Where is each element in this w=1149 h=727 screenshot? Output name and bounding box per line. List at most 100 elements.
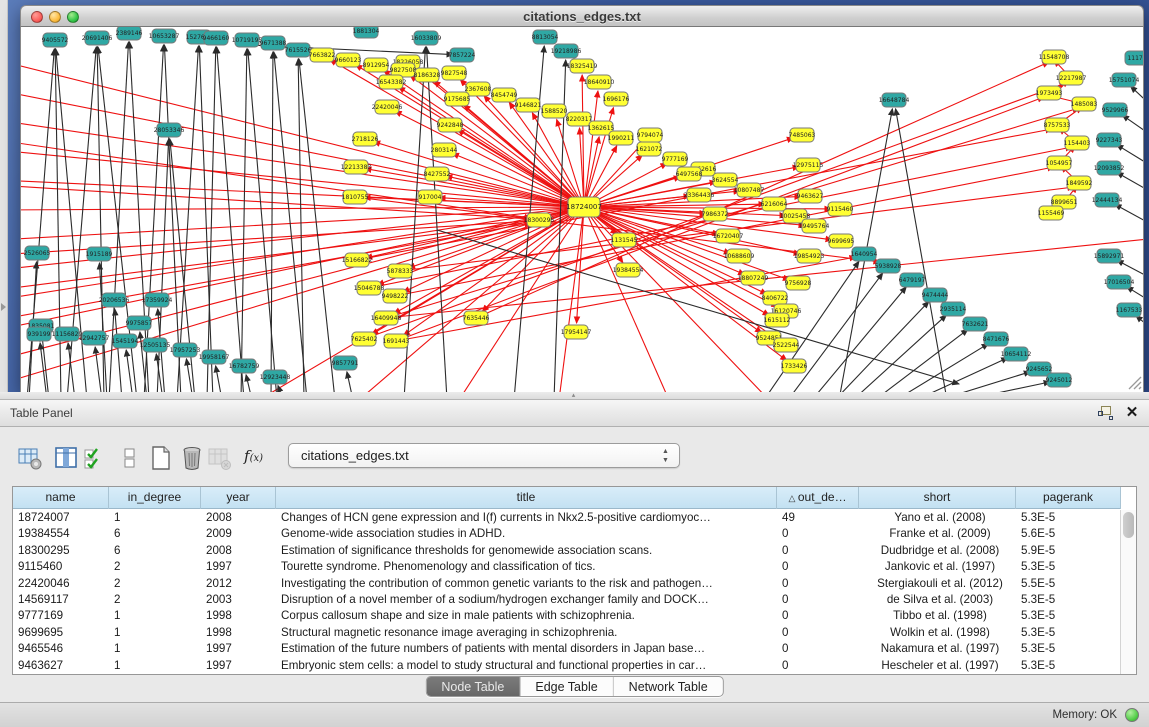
table-row[interactable]: 1938455462009Genome-wide association stu… [13,526,1121,542]
table-row[interactable]: 2242004622012Investigating the contribut… [13,576,1121,592]
tab-node-table[interactable]: Node Table [426,677,519,696]
graph-node[interactable]: 1696176 [603,92,630,106]
table-row[interactable]: 1872400712008Changes of HCN gene express… [13,510,1121,526]
table-row[interactable]: 977716911998Corpus callosum shape and si… [13,608,1121,624]
graph-node[interactable]: 6497568 [676,167,703,181]
graph-node[interactable]: 11174 [1125,51,1143,65]
graph-node[interactable]: 16720407 [713,229,744,243]
graph-node[interactable]: 17016504 [1104,275,1135,289]
graph-node[interactable]: 1733426 [781,359,808,373]
graph-node[interactable]: 18807249 [738,271,769,285]
graph-node[interactable]: 7485063 [789,128,816,142]
graph-node[interactable]: 1155469 [1038,206,1065,220]
graph-node[interactable]: 15046788 [354,281,385,295]
graph-node[interactable]: 15892971 [1094,249,1125,263]
graph-node[interactable]: 8912954 [363,58,390,72]
graph-node[interactable]: 1588520 [541,104,568,118]
graph-node[interactable]: 10654112 [1001,347,1032,361]
graph-node[interactable]: 12923448 [260,370,291,384]
graph-node[interactable]: 7986372 [702,207,729,221]
network-window[interactable]: citations_edges.txt 94055722069140623891… [20,5,1144,392]
graph-node[interactable]: 19218986 [551,44,582,58]
graph-node[interactable]: 6216064 [761,197,788,211]
graph-node[interactable]: 1849592 [1066,176,1093,190]
graph-node[interactable]: 19495764 [799,219,830,233]
function-builder-icon[interactable]: f(x) [244,447,263,465]
graph-node[interactable]: 1640954 [851,247,878,261]
graph-node[interactable]: 18300295 [524,213,555,227]
column-header-in_degree[interactable]: in_degree [109,487,201,509]
graph-node[interactable]: 9463627 [797,189,824,203]
graph-node[interactable]: 17359924 [142,293,173,307]
tab-edge-table[interactable]: Edge Table [519,677,612,696]
column-header-out_de[interactable]: △ out_de… [777,487,859,509]
graph-node[interactable]: 16543382 [376,75,407,89]
graph-node[interactable]: 19958167 [199,350,230,364]
graph-node[interactable]: 8406722 [762,291,789,305]
graph-node[interactable]: 9777169 [662,152,689,166]
graph-node[interactable]: 1810755 [342,190,369,204]
graph-node[interactable]: 12213383 [341,160,372,174]
table-row[interactable]: 1456911722003Disruption of a novel membe… [13,592,1121,608]
graph-node[interactable]: 5878333 [387,264,414,278]
graph-node[interactable]: 8427552 [424,167,451,181]
graph-node[interactable]: 1973493 [1036,86,1063,100]
network-table-select[interactable]: citations_edges.txt ▲ ▼ [288,443,680,468]
graph-node[interactable]: 1691443 [383,334,410,348]
new-table-icon[interactable] [148,445,174,471]
graph-node[interactable]: 9242848 [437,118,464,132]
graph-node[interactable]: 16033809 [411,31,442,45]
select-stepper-icon[interactable]: ▲ ▼ [661,447,670,465]
graph-node[interactable]: 1131545 [611,233,638,247]
graph-node[interactable]: 10653287 [149,29,180,43]
graph-node[interactable]: 8220317 [566,112,593,126]
column-header-year[interactable]: year [201,487,276,509]
graph-node[interactable]: 8757533 [1044,118,1071,132]
graph-node[interactable]: 9405572 [42,33,69,47]
graph-node[interactable]: 22420046 [372,100,403,114]
graph-node[interactable]: 7625402 [351,332,378,346]
graph-node[interactable]: 9794074 [637,128,664,142]
graph-node[interactable]: 9466160 [203,31,230,45]
graph-node[interactable]: 7615526 [285,43,312,57]
graph-node[interactable]: 9175685 [444,92,471,106]
graph-node[interactable]: 2389146 [116,27,143,40]
graph-node[interactable]: 23364436 [684,188,715,202]
graph-node[interactable]: 2522544 [773,338,800,352]
close-panel-icon[interactable]: ✕ [1124,404,1140,422]
graph-node[interactable]: 9756928 [785,276,812,290]
graph-node[interactable]: 9671388 [260,36,287,50]
graph-node[interactable]: 10807487 [734,183,765,197]
graph-node[interactable]: 12217987 [1056,71,1087,85]
float-panel-icon[interactable] [1098,406,1114,421]
table-vertical-scrollbar[interactable] [1120,510,1136,674]
graph-node[interactable]: 8813054 [532,30,559,44]
graph-node[interactable]: 18325419 [567,59,598,73]
graph-node[interactable]: 7663822 [309,48,336,62]
graph-node[interactable]: 10719195 [232,33,263,47]
graph-node[interactable]: 17954147 [561,325,592,339]
graph-node[interactable]: 1615112 [764,313,791,327]
graph-node[interactable]: 20206536 [99,293,130,307]
graph-node[interactable]: 1485083 [1071,97,1098,111]
delete-table-icon[interactable] [179,445,205,471]
graph-node[interactable]: 8471676 [983,332,1010,346]
tab-network-table[interactable]: Network Table [613,677,723,696]
table-row[interactable]: 969969511998Structural magnetic resonanc… [13,625,1121,641]
graph-node[interactable]: 9245012 [1046,373,1073,387]
graph-node[interactable]: 9660123 [335,53,362,67]
scrollbar-thumb[interactable] [1123,512,1134,538]
resize-grip-icon[interactable] [1129,377,1141,389]
select-all-icon[interactable] [82,445,108,471]
graph-node[interactable]: 2718126 [352,132,379,146]
graph-node[interactable]: 6479197 [899,273,926,287]
graph-node[interactable]: 19384554 [613,263,644,277]
graph-node[interactable]: 18640910 [584,75,615,89]
graph-node[interactable]: 9474444 [922,288,949,302]
graph-node[interactable]: 7632621 [962,317,989,331]
table-row[interactable]: 911546021997Tourette syndrome. Phenomeno… [13,559,1121,575]
graph-node[interactable]: 12975115 [793,158,824,172]
graph-node[interactable]: 18724007 [566,197,602,217]
table-row[interactable]: 946362711997Embryonic stem cells: a mode… [13,658,1121,674]
graph-node[interactable]: 1154403 [1064,136,1091,150]
